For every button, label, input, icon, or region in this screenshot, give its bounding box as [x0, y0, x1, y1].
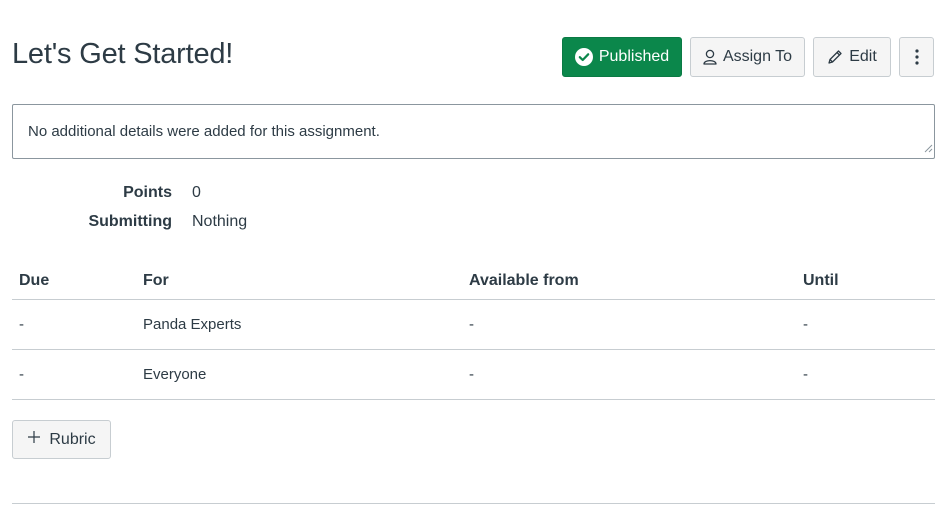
cell-for: Panda Experts: [143, 316, 242, 333]
user-icon: [703, 49, 717, 65]
resize-handle-icon[interactable]: [923, 140, 933, 157]
table-row: - Everyone - -: [12, 350, 935, 400]
add-rubric-button[interactable]: Rubric: [12, 420, 111, 459]
cell-until: -: [803, 316, 808, 333]
cell-available-from: -: [469, 366, 474, 383]
header-due: Due: [19, 271, 50, 289]
cell-until: -: [803, 366, 808, 383]
points-label: Points: [123, 184, 172, 201]
table-header-row: Due For Available from Until: [12, 262, 935, 300]
description-text: No additional details were added for thi…: [28, 123, 380, 140]
kebab-menu-icon: [914, 49, 919, 65]
assign-to-button[interactable]: Assign To: [690, 37, 805, 77]
assignment-page: Let's Get Started! Published Assign To E…: [0, 0, 942, 507]
table-row: - Panda Experts - -: [12, 300, 935, 350]
cell-for: Everyone: [143, 366, 207, 383]
points-value: 0: [192, 184, 201, 201]
edit-label: Edit: [849, 48, 877, 65]
assignment-dates-table: Due For Available from Until - Panda Exp…: [12, 262, 935, 400]
rubric-label: Rubric: [49, 430, 96, 448]
detail-points: Points 0: [12, 184, 412, 204]
assign-to-label: Assign To: [722, 48, 793, 65]
published-button[interactable]: Published: [562, 37, 682, 77]
more-options-button[interactable]: [899, 37, 934, 77]
published-label: Published: [598, 48, 670, 65]
detail-submitting: Submitting Nothing: [12, 213, 412, 233]
pencil-icon: [827, 49, 843, 65]
submitting-value: Nothing: [192, 213, 248, 230]
submitting-label: Submitting: [88, 213, 172, 230]
assignment-description: No additional details were added for thi…: [12, 104, 935, 159]
divider: [12, 503, 935, 504]
cell-due: -: [19, 366, 24, 383]
check-circle-icon: [574, 48, 593, 66]
page-title: Let's Get Started!: [12, 38, 234, 70]
cell-available-from: -: [469, 316, 474, 333]
edit-button[interactable]: Edit: [813, 37, 891, 77]
plus-icon: [27, 430, 41, 449]
header-for: For: [143, 271, 169, 289]
cell-due: -: [19, 316, 24, 333]
header-available-from: Available from: [469, 271, 579, 289]
header-until: Until: [803, 271, 839, 289]
